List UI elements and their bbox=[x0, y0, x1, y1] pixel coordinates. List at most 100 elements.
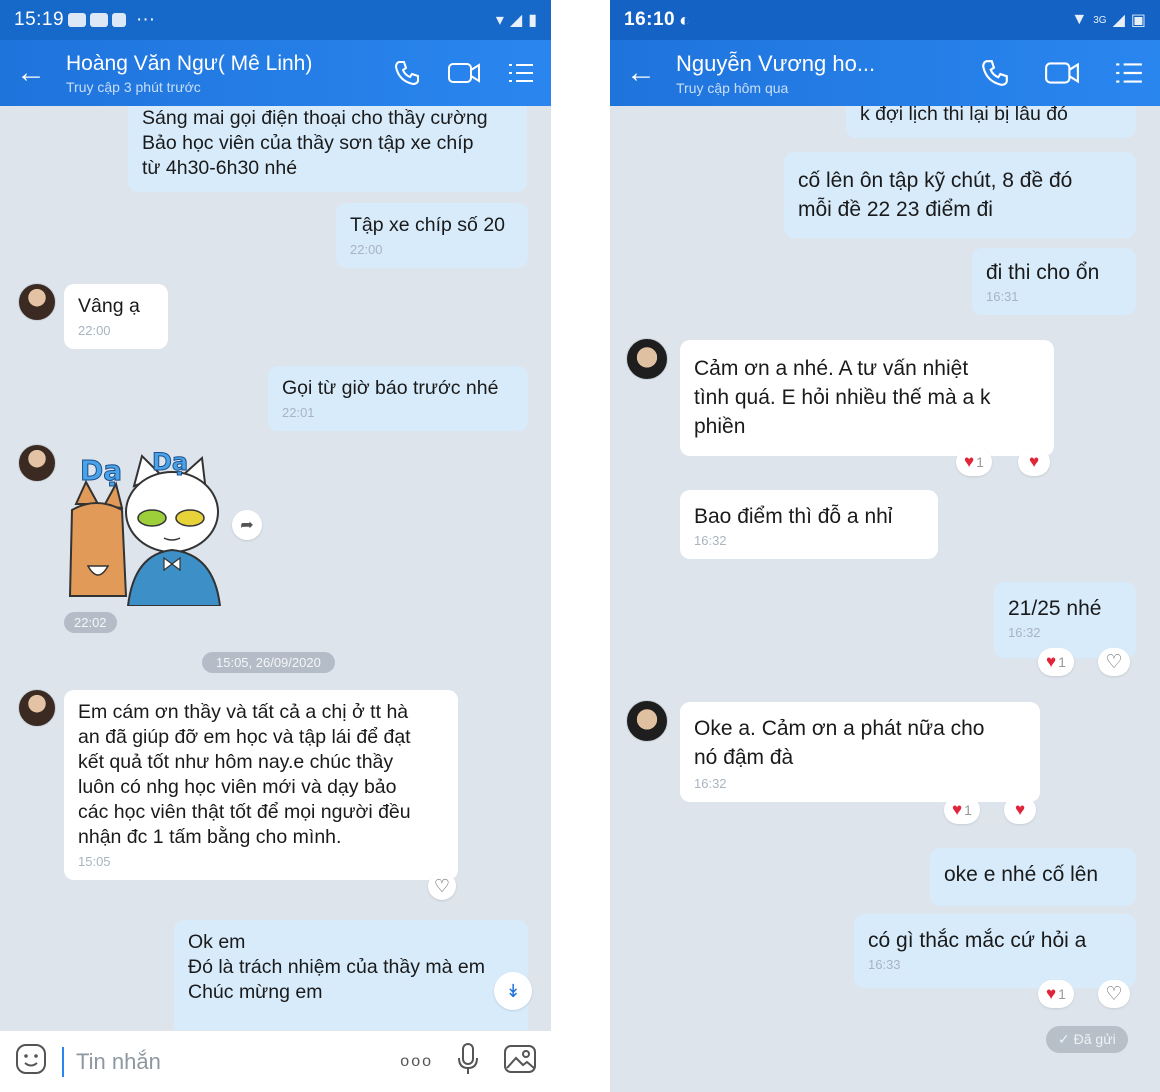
sent-status: ✓ Đã gửi bbox=[1046, 1026, 1128, 1053]
heart-outline-icon: ♡ bbox=[433, 875, 451, 896]
video-icon bbox=[1045, 62, 1079, 84]
message-text: Gọi từ giờ báo trước nhé bbox=[282, 377, 499, 399]
cat-sticker[interactable]: Dạ Dạ bbox=[64, 446, 224, 607]
network-type: 3G bbox=[1093, 14, 1107, 26]
message-in[interactable]: Oke a. Cảm ơn a phát nữa cho nó đậm đà 1… bbox=[680, 702, 1040, 802]
heart-icon: ♥ bbox=[964, 452, 975, 471]
sent-label: Đã gửi bbox=[1073, 1031, 1116, 1047]
image-button[interactable] bbox=[503, 1044, 537, 1079]
message-out[interactable]: Tập xe chíp số 20 22:00 bbox=[336, 203, 528, 268]
menu-list-icon bbox=[509, 64, 533, 82]
battery-icon: ▣ bbox=[1130, 12, 1146, 29]
message-out[interactable]: Ok em Đó là trách nhiệm của thầy mà em C… bbox=[174, 920, 528, 1040]
emoji-icon bbox=[16, 1044, 46, 1074]
message-out[interactable]: Sáng mai gọi điện thoại cho thầy cường B… bbox=[128, 106, 527, 192]
chat-title[interactable]: Hoàng Văn Ngư( Mê Linh) Truy cập 3 phút … bbox=[60, 52, 393, 95]
phone-icon bbox=[394, 61, 419, 86]
share-button[interactable]: ➦ bbox=[232, 510, 262, 540]
battery-icon: ▮ bbox=[528, 12, 537, 29]
heart-icon: ♥ bbox=[952, 800, 963, 819]
message-text: cố lên ôn tập kỹ chút, 8 đề đó mỗi đề 22… bbox=[798, 169, 1073, 221]
last-seen: Truy cập hôm qua bbox=[676, 79, 789, 96]
back-arrow-icon: ← bbox=[16, 56, 46, 89]
menu-button[interactable] bbox=[1114, 60, 1144, 86]
status-more: ··· bbox=[136, 9, 156, 30]
like-button[interactable]: ♡ bbox=[428, 872, 456, 900]
reaction-number: 1 bbox=[1058, 654, 1066, 670]
call-button[interactable] bbox=[980, 58, 1010, 88]
heart-icon: ♥ bbox=[1014, 800, 1026, 819]
scroll-down-button[interactable]: ↡ bbox=[494, 972, 532, 1010]
emoji-button[interactable] bbox=[14, 1042, 48, 1081]
message-in[interactable]: Bao điểm thì đỗ a nhỉ 16:32 bbox=[680, 490, 938, 559]
more-options-button[interactable]: ooo bbox=[400, 1053, 433, 1071]
like-button[interactable]: ♥ bbox=[1004, 796, 1036, 824]
message-in[interactable]: Em cám ơn thầy và tất cả a chị ở tt hà a… bbox=[64, 690, 458, 880]
contact-name: Hoàng Văn Ngư( Mê Linh) bbox=[66, 51, 313, 75]
message-out[interactable]: 21/25 nhé 16:32 bbox=[994, 582, 1136, 658]
sticker-label: Dạ bbox=[80, 454, 122, 487]
back-arrow-icon: ← bbox=[626, 56, 656, 89]
back-button[interactable]: ← bbox=[626, 58, 670, 88]
chat-title[interactable]: Nguyễn Vương ho... Truy cập hôm qua bbox=[670, 51, 920, 96]
contact-avatar[interactable] bbox=[626, 700, 668, 742]
video-icon bbox=[448, 63, 480, 83]
message-list[interactable]: k đợi lịch thi lại bị lâu đó cố lên ôn t… bbox=[610, 92, 1160, 1092]
message-out[interactable]: cố lên ôn tập kỹ chút, 8 đề đó mỗi đề 22… bbox=[784, 152, 1136, 238]
reaction-count[interactable]: ♥ 1 bbox=[1038, 980, 1074, 1008]
message-list[interactable]: Sáng mai gọi điện thoại cho thầy cường B… bbox=[0, 106, 551, 1040]
video-call-button[interactable] bbox=[447, 60, 481, 86]
message-text: đi thi cho ổn bbox=[986, 261, 1100, 284]
status-time: 15:19 bbox=[14, 9, 65, 30]
message-text: oke e nhé cố lên bbox=[944, 863, 1099, 886]
reaction-count[interactable]: ♥ 1 bbox=[1038, 648, 1074, 676]
message-input[interactable]: Tin nhắn bbox=[62, 1046, 400, 1077]
sticker-label: Dạ bbox=[152, 448, 188, 476]
like-button[interactable]: ♡ bbox=[1098, 980, 1130, 1008]
message-text: Oke a. Cảm ơn a phát nữa cho nó đậm đà bbox=[694, 717, 985, 769]
menu-button[interactable] bbox=[507, 61, 535, 85]
voice-button[interactable] bbox=[457, 1042, 479, 1081]
last-seen: Truy cập 3 phút trước bbox=[66, 78, 201, 95]
date-separator: 15:05, 26/09/2020 bbox=[202, 652, 335, 673]
status-bar: 16:10 ◐ ▼ 3G ◢ ▣ bbox=[610, 0, 1160, 40]
heart-outline-icon: ♡ bbox=[1105, 983, 1123, 1005]
image-icon bbox=[504, 1045, 536, 1073]
scroll-down-icon: ↡ bbox=[505, 980, 521, 1001]
message-time: 22:00 bbox=[350, 242, 383, 257]
signal-icon: ◢ bbox=[1112, 12, 1125, 29]
wifi-icon: ▼ bbox=[1071, 11, 1088, 28]
message-text: Em cám ơn thầy và tất cả a chị ở tt hà a… bbox=[78, 701, 411, 848]
like-button[interactable]: ♥ bbox=[1018, 448, 1050, 476]
message-input-bar: Tin nhắn ooo bbox=[0, 1030, 551, 1092]
contact-avatar[interactable] bbox=[18, 283, 56, 321]
message-in[interactable]: Cảm ơn a nhé. A tư vấn nhiệt tình quá. E… bbox=[680, 340, 1054, 456]
mic-icon bbox=[458, 1043, 478, 1074]
message-text: Ok em Đó là trách nhiệm của thầy mà em C… bbox=[188, 931, 485, 1003]
signal-icon: ◢ bbox=[509, 12, 523, 29]
message-out[interactable]: oke e nhé cố lên bbox=[930, 848, 1136, 906]
left-chat-screen: Sáng mai gọi điện thoại cho thầy cường B… bbox=[0, 0, 551, 1092]
message-text: Sáng mai gọi điện thoại cho thầy cường B… bbox=[142, 107, 488, 179]
call-button[interactable] bbox=[393, 59, 421, 87]
back-button[interactable]: ← bbox=[16, 58, 60, 88]
message-out[interactable]: đi thi cho ổn 16:31 bbox=[972, 248, 1136, 315]
notification-icon bbox=[112, 13, 127, 27]
heart-outline-icon: ♡ bbox=[1105, 651, 1123, 673]
video-call-button[interactable] bbox=[1044, 59, 1080, 87]
message-out[interactable]: Gọi từ giờ báo trước nhé 22:01 bbox=[268, 366, 528, 431]
reaction-count[interactable]: ♥ 1 bbox=[944, 796, 980, 824]
like-button[interactable]: ♡ bbox=[1098, 648, 1130, 676]
message-in[interactable]: Vâng ạ 22:00 bbox=[64, 284, 168, 349]
contact-avatar[interactable] bbox=[18, 689, 56, 727]
message-out[interactable]: có gì thắc mắc cứ hỏi a 16:33 bbox=[854, 914, 1136, 988]
heart-icon: ♥ bbox=[1046, 652, 1057, 671]
notification-icon bbox=[68, 13, 87, 27]
contact-name: Nguyễn Vương ho... bbox=[676, 50, 876, 76]
reaction-number: 1 bbox=[964, 802, 972, 818]
contact-avatar[interactable] bbox=[18, 444, 56, 482]
menu-list-icon bbox=[1116, 63, 1142, 83]
share-icon: ➦ bbox=[240, 517, 254, 534]
reaction-count[interactable]: ♥ 1 bbox=[956, 448, 992, 476]
contact-avatar[interactable] bbox=[626, 338, 668, 380]
